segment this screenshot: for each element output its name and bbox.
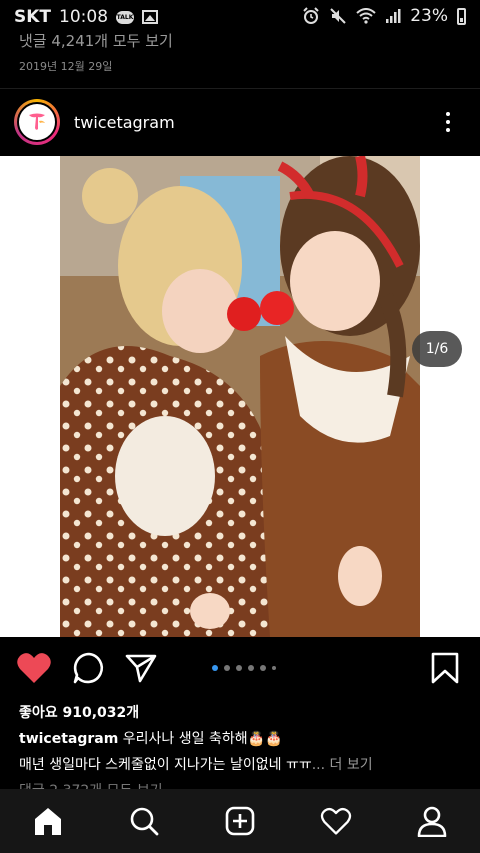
dot-icon (446, 120, 450, 124)
nav-search[interactable] (126, 803, 162, 839)
carousel-dot (224, 665, 230, 671)
more-link[interactable]: ... 더 보기 (312, 757, 373, 773)
mute-icon (330, 8, 346, 24)
comment-icon (73, 652, 104, 684)
carousel-dot (236, 665, 242, 671)
profile-icon (417, 806, 447, 837)
carrier-label: SKT (14, 7, 52, 27)
battery-percentage: 23% (410, 6, 448, 26)
caption-text: 우리사나 생일 축하해🎂🎂 (118, 731, 283, 747)
carousel-dot (272, 666, 276, 670)
save-button[interactable] (430, 651, 460, 689)
caption-line-1: twicetagram 우리사나 생일 축하해🎂🎂 (19, 728, 282, 748)
photo-illustration (60, 156, 420, 637)
bottom-navigation (0, 789, 480, 853)
post-username[interactable]: twicetagram (74, 113, 175, 132)
post-media[interactable]: 1/6 (0, 156, 480, 637)
nav-profile[interactable] (414, 803, 450, 839)
carousel-dot (260, 665, 266, 671)
bookmark-icon (431, 652, 459, 684)
carousel-dot-active (212, 665, 218, 671)
status-bar: SKT 10:08 TALK 23% (0, 0, 480, 34)
post-header: twicetagram (0, 96, 480, 150)
carousel-counter-badge: 1/6 (412, 331, 462, 367)
divider (0, 88, 480, 89)
carousel-dot (248, 665, 254, 671)
dot-icon (446, 112, 450, 116)
caption-username[interactable]: twicetagram (19, 731, 118, 747)
comment-button[interactable] (72, 651, 106, 689)
battery-icon (457, 7, 466, 25)
post-action-bar (0, 643, 480, 693)
share-button[interactable] (124, 651, 158, 689)
add-post-icon (225, 806, 255, 836)
more-options-button[interactable] (438, 108, 458, 136)
dot-icon (446, 128, 450, 132)
signal-icon (386, 9, 401, 23)
send-icon (125, 654, 157, 683)
wifi-icon (356, 8, 376, 24)
post-photo (60, 156, 420, 637)
search-icon (130, 807, 159, 836)
heart-icon-filled (17, 653, 51, 683)
like-button[interactable] (16, 651, 52, 689)
carousel-indicator (212, 665, 276, 671)
avatar[interactable] (14, 99, 60, 145)
view-all-comments-link[interactable]: 냇글 4,241개 모두 보기 (19, 30, 173, 51)
alarm-icon (303, 7, 319, 24)
caption-text-line2: 매년 생일마다 스케줄없이 지나가는 날이없네 ㅠㅠ (19, 757, 312, 773)
nav-activity[interactable] (318, 803, 354, 839)
like-count[interactable]: 좋아요 910,032개 (19, 702, 139, 722)
gallery-notification-icon (142, 10, 159, 24)
kakaotalk-notification-icon: TALK (116, 10, 135, 24)
post-date: 2019년 12월 29일 (19, 60, 113, 73)
caption-line-2: 매년 생일마다 스케줄없이 지나가는 날이없네 ㅠㅠ... 더 보기 (19, 754, 373, 774)
clock: 10:08 (59, 7, 109, 27)
nav-home[interactable] (30, 803, 66, 839)
nav-new-post[interactable] (222, 803, 258, 839)
twice-logo-icon (29, 113, 45, 130)
heart-icon (320, 807, 352, 835)
home-icon (35, 808, 61, 835)
